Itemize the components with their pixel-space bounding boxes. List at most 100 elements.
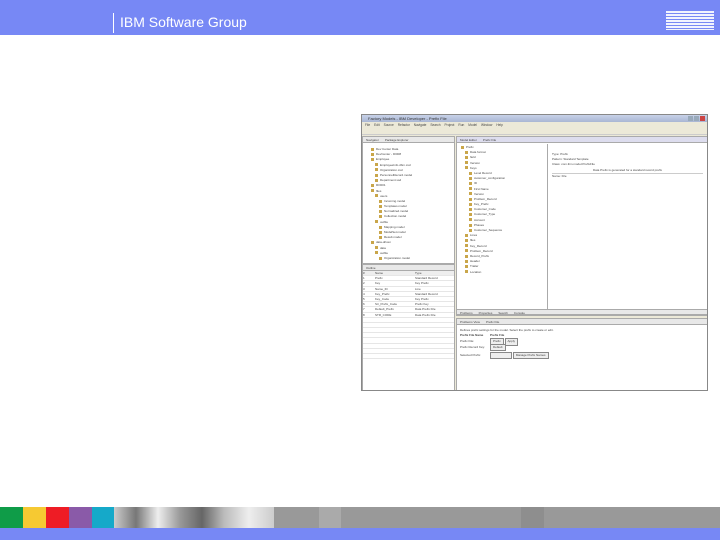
name-label: Name: File: [552, 172, 703, 178]
folder-icon: [371, 241, 374, 245]
folder-icon: [371, 189, 374, 193]
class-value: com.ibm.model.PrefixFile: [561, 162, 595, 167]
folder-icon: [375, 173, 378, 177]
footer-image-strip: [0, 507, 720, 528]
manage-prefix-button[interactable]: Manage Prefix Names: [512, 351, 549, 359]
eclipse-screenshot: Factory Models - IBM Developer - Prefix …: [361, 114, 708, 391]
menu-item[interactable]: Model: [468, 122, 477, 128]
node-icon: [465, 254, 468, 258]
menu-item[interactable]: Source: [384, 122, 394, 128]
header-title: IBM Software Group: [120, 14, 247, 30]
col-header: #: [363, 271, 365, 275]
menu-item[interactable]: Search: [430, 122, 440, 128]
tree-item[interactable]: Location: [461, 270, 546, 275]
col-header: Type: [415, 271, 422, 275]
folder-icon: [371, 158, 374, 162]
folder-icon: [375, 251, 378, 255]
menu-item[interactable]: Navigate: [414, 122, 427, 128]
folder-icon: [375, 194, 378, 198]
folder-icon: [375, 220, 378, 224]
tab-navigator[interactable]: Navigator: [366, 137, 379, 142]
maximize-icon[interactable]: [694, 116, 699, 121]
tab-model-editor[interactable]: Model Editor: [460, 137, 477, 142]
pattern-label: Pattern:: [552, 157, 563, 162]
type-value: Prefix: [560, 152, 568, 156]
node-icon: [469, 197, 472, 201]
node-icon: [469, 228, 472, 232]
node-icon: [469, 171, 472, 175]
node-icon: [465, 265, 468, 269]
tree-item[interactable]: Organization.model: [371, 256, 454, 261]
window-title-bar: Factory Models - IBM Developer - Prefix …: [362, 115, 707, 122]
bottom-tab[interactable]: Properties: [479, 310, 493, 315]
folder-icon: [379, 199, 382, 203]
folder-icon: [379, 235, 382, 239]
close-icon[interactable]: [700, 116, 705, 121]
ibm-logo: [666, 11, 714, 30]
header-divider: [113, 13, 114, 33]
outline-pane: Outline # Name Type 1 Prefix Standard Record…: [362, 264, 455, 390]
node-icon: [469, 182, 472, 186]
node-icon: [465, 270, 468, 274]
record-key-label: Prefix Record Key:: [460, 344, 486, 349]
node-icon: [465, 150, 468, 154]
node-icon: [465, 249, 468, 253]
menu-item[interactable]: Refactor: [398, 122, 410, 128]
folder-icon: [379, 209, 382, 213]
folder-icon: [375, 178, 378, 182]
bottom-tab[interactable]: Problems: [460, 310, 473, 315]
navigator-pane: Navigator Package Explorer Dev Center Dat…: [362, 136, 455, 264]
node-icon: [465, 239, 468, 243]
node-icon: [469, 176, 472, 180]
node-icon: [469, 218, 472, 222]
col-header: Name: [375, 271, 384, 275]
empty-row: [363, 354, 454, 360]
tab-prefix-file[interactable]: Prefix File: [483, 137, 496, 142]
minimize-icon[interactable]: [688, 116, 693, 121]
menu-item[interactable]: File: [365, 122, 370, 128]
tab-problems-view[interactable]: Problems View: [460, 319, 480, 324]
folder-icon: [379, 215, 382, 219]
slide-header: IBM Software Group: [0, 0, 720, 35]
node-icon: [469, 213, 472, 217]
node-icon: [469, 223, 472, 227]
prefix-panel: Problems View Prefix File Defines prefix …: [456, 318, 707, 390]
menu-item[interactable]: Project: [445, 122, 455, 128]
footer-bar: [0, 528, 720, 540]
node-icon: [469, 202, 472, 206]
bottom-tab[interactable]: Console: [514, 310, 525, 315]
menu-item[interactable]: Edit: [374, 122, 380, 128]
folder-icon: [375, 163, 378, 167]
node-icon: [465, 156, 468, 160]
folder-icon: [371, 184, 374, 188]
toolbar: [362, 128, 707, 135]
tab-package-explorer[interactable]: Package Explorer: [385, 137, 409, 142]
menu-item[interactable]: Help: [496, 122, 503, 128]
window-title: Factory Models - IBM Developer - Prefix …: [368, 116, 447, 121]
menu-item[interactable]: Window: [481, 122, 492, 128]
node-icon: [465, 161, 468, 165]
type-label: Type:: [552, 152, 560, 156]
node-icon: [465, 259, 468, 263]
node-icon: [469, 207, 472, 211]
folder-icon: [371, 152, 374, 156]
selected-prefix-label: Selected Prefix:: [460, 352, 482, 357]
selected-prefix-select[interactable]: [490, 351, 512, 359]
node-icon: [469, 187, 472, 191]
record-key-select[interactable]: Default: [490, 343, 506, 351]
node-icon: [469, 192, 472, 196]
details-panel: Type: Prefix Pattern: Standard Template …: [547, 144, 707, 315]
folder-icon: [379, 204, 382, 208]
pattern-value: Standard Template: [563, 157, 589, 162]
bottom-tab[interactable]: Search: [498, 310, 508, 315]
menu-item[interactable]: Run: [458, 122, 464, 128]
node-icon: [465, 244, 468, 248]
tab-outline[interactable]: Outline: [366, 265, 376, 270]
tab-prefix-file-view[interactable]: Prefix File: [486, 319, 499, 324]
class-label: Class:: [552, 162, 561, 167]
node-icon: [461, 145, 464, 149]
node-icon: [465, 233, 468, 237]
node-icon: [465, 166, 468, 170]
folder-icon: [375, 168, 378, 172]
apply-button[interactable]: Apply: [504, 338, 519, 346]
